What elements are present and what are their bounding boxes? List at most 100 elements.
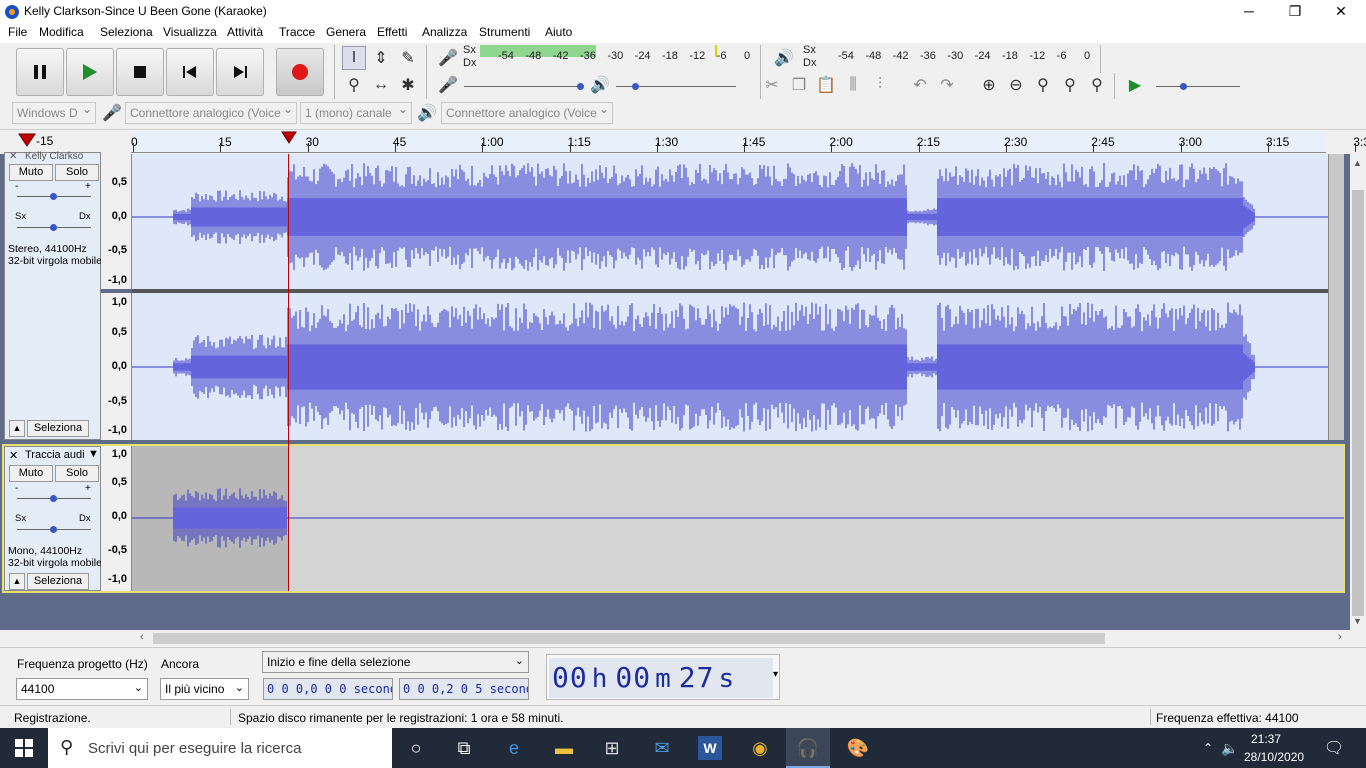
horizontal-scrollbar[interactable]: ‹ › [0,630,1366,647]
taskbar-clock-time[interactable]: 21:37 [1251,732,1281,746]
menu-genera[interactable]: Genera [326,25,366,39]
track2-solo-button[interactable]: Solo [55,465,99,482]
cortana-icon[interactable]: ○ [404,736,428,760]
scroll-left-icon[interactable]: ‹ [140,631,144,643]
track2-collapse-icon[interactable]: ▲ [9,573,25,590]
close-button[interactable]: ✕ [1318,0,1364,23]
audio-position-display[interactable]: 00 h 00 m 27 s ▾ [546,654,780,700]
menu-file[interactable]: File [8,25,27,39]
silence-icon[interactable]: ⫶ [868,73,892,97]
tracks-area[interactable]: ✕ Kelly Clarkso Muto Solo - + Sx Dx Ster… [0,151,1350,630]
multi-tool-icon[interactable]: ✱ [396,73,420,97]
taskbar-clock-date[interactable]: 28/10/2020 [1244,750,1304,764]
stop-button[interactable] [116,48,164,96]
copy-icon[interactable]: ❐ [787,73,811,97]
file-explorer-icon[interactable]: ▬ [552,736,576,760]
timeline-ruler[interactable]: 0 15 30 45 1:00 1:15 1:30 1:45 2:00 2:15 2:30 2:45 3… [131,131,1366,153]
scroll-up-icon[interactable]: ▲ [1353,158,1362,168]
notifications-icon[interactable]: 🗨 [1322,736,1346,760]
volume-icon[interactable]: 🔈 [1218,736,1242,760]
menu-modifica[interactable]: Modifica [39,25,84,39]
scroll-down-icon[interactable]: ▼ [1353,616,1362,626]
trim-icon[interactable]: ⫼ [841,73,865,97]
minimize-button[interactable]: ─ [1226,0,1272,23]
store-icon[interactable]: ⊞ [600,736,624,760]
maximize-button[interactable]: ❐ [1272,0,1318,23]
paint-icon[interactable]: 🎨 [846,736,870,760]
selection-end-time[interactable]: 0 0 0,2 0 5 secondi [399,678,529,700]
playback-volume-knob[interactable] [632,83,639,90]
microphone-icon[interactable]: 🎤 [436,46,460,70]
draw-tool-icon[interactable]: ✎ [396,46,420,70]
track2-select-button[interactable]: Seleziona [27,573,89,590]
fit-selection-icon[interactable]: ⚲ [1031,73,1055,97]
windows-start-icon[interactable] [12,736,36,760]
menu-strumenti[interactable]: Strumenti [479,25,530,39]
word-icon[interactable]: W [698,736,722,760]
vertical-scroll-thumb[interactable] [1352,190,1364,616]
task-view-icon[interactable]: ⧉ [452,736,476,760]
horizontal-scroll-thumb[interactable] [153,633,1105,644]
track2-gain-knob[interactable] [50,495,57,502]
record-volume-slider[interactable] [464,86,584,87]
track2-mute-button[interactable]: Muto [9,465,53,482]
track2-menu-chevron-icon[interactable]: ▼ [88,448,99,460]
record-button[interactable] [276,48,324,96]
vertical-scrollbar[interactable]: ▲ ▼ [1350,154,1366,630]
skip-end-button[interactable] [216,48,264,96]
taskbar-search-box[interactable]: ⚲ Scrivi qui per eseguire la ricerca [48,728,392,768]
menu-effetti[interactable]: Effetti [377,25,407,39]
pause-button[interactable] [16,48,64,96]
track2-name[interactable]: Traccia audi [25,449,85,461]
track1-gain-knob[interactable] [50,193,57,200]
track2-control-panel[interactable]: ✕ Traccia audi ▼ Muto Solo - + Sx Dx Mon… [4,446,102,591]
time-format-chevron-icon[interactable]: ▾ [773,669,778,680]
project-rate-select[interactable]: 44100 ⌄ [16,678,148,700]
zoom-out-icon[interactable]: ⊖ [1004,73,1028,97]
zoom-in-icon[interactable]: ⊕ [977,73,1001,97]
menu-analizza[interactable]: Analizza [422,25,467,39]
audacity-taskbar-icon[interactable]: 🎧 [796,736,820,760]
zoom-toggle-icon[interactable]: ⚲ [1085,73,1109,97]
track1-control-panel[interactable]: ✕ Kelly Clarkso Muto Solo - + Sx Dx Ster… [4,151,102,440]
track1-name[interactable]: Kelly Clarkso [25,151,83,162]
menu-aiuto[interactable]: Aiuto [545,25,572,39]
track1-collapse-icon[interactable]: ▲ [9,420,25,437]
redo-icon[interactable]: ↷ [935,73,959,97]
track1-waveform[interactable] [132,154,1328,440]
edge-browser-icon[interactable]: e [502,736,526,760]
envelope-tool-icon[interactable]: ⇕ [369,46,393,70]
play-speed-knob[interactable] [1180,83,1187,90]
output-device-select[interactable]: Connettore analogico (Voice [441,102,613,124]
selection-mode-select[interactable]: Inizio e fine della selezione ⌄ [262,651,529,673]
play-button[interactable] [66,48,114,96]
track2-close-icon[interactable]: ✕ [9,449,18,462]
menu-visualizza[interactable]: Visualizza [163,25,217,39]
undo-icon[interactable]: ↶ [908,73,932,97]
track2-waveform[interactable] [132,446,1344,591]
input-device-select[interactable]: Connettore analogico (Voice [125,102,297,124]
menu-seleziona[interactable]: Seleziona [100,25,153,39]
fit-project-icon[interactable]: ⚲ [1058,73,1082,97]
track1-solo-button[interactable]: Solo [55,164,99,181]
selection-start-time[interactable]: 0 0 0,0 0 0 secondi [263,678,393,700]
play-speed-slider[interactable] [1156,86,1240,87]
snap-select[interactable]: Il più vicino ⌄ [160,678,249,700]
skip-start-button[interactable] [166,48,214,96]
cut-icon[interactable]: ✂ [760,73,784,97]
menu-tracce[interactable]: Tracce [279,25,315,39]
show-hidden-icons-chevron-icon[interactable]: ⌃ [1196,736,1220,760]
paste-icon[interactable]: 📋 [814,73,838,97]
timeshift-tool-icon[interactable]: ↔ [369,73,393,97]
track1-pan-knob[interactable] [50,224,57,231]
selection-tool-icon[interactable]: I [342,46,366,70]
menu-attivita[interactable]: Attività [227,25,263,39]
track1-select-button[interactable]: Seleziona [27,420,89,437]
mail-icon[interactable]: ✉ [650,736,674,760]
track1-mute-button[interactable]: Muto [9,164,53,181]
audio-host-select[interactable]: Windows D [12,102,96,124]
track2-pan-knob[interactable] [50,526,57,533]
record-volume-knob[interactable] [577,83,584,90]
track1-close-icon[interactable]: ✕ [9,151,17,162]
scroll-right-icon[interactable]: › [1338,631,1342,643]
